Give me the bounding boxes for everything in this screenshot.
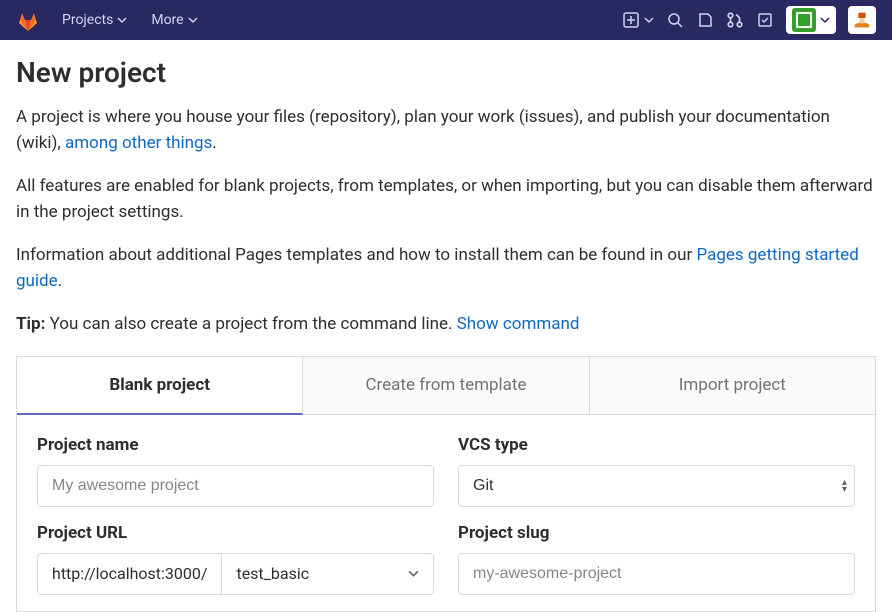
features-paragraph: All features are enabled for blank proje… xyxy=(16,174,876,225)
among-other-things-link[interactable]: among other things xyxy=(65,133,212,153)
tip-paragraph: Tip: You can also create a project from … xyxy=(16,312,876,338)
chevron-down-icon xyxy=(408,568,419,579)
top-navbar: Projects More xyxy=(0,0,892,40)
issues-icon[interactable] xyxy=(696,11,714,29)
navbar-right xyxy=(622,6,876,34)
project-name-label: Project name xyxy=(37,435,434,455)
chevron-down-icon xyxy=(188,15,198,25)
nav-projects[interactable]: Projects xyxy=(52,6,137,34)
tab-create-from-template[interactable]: Create from template xyxy=(303,357,589,415)
tip-label: Tip: xyxy=(16,314,45,334)
project-switcher[interactable] xyxy=(786,6,836,34)
project-slug-label: Project slug xyxy=(458,523,855,543)
nav-create-menu[interactable] xyxy=(622,11,654,29)
pages-text: Information about additional Pages templ… xyxy=(16,245,696,265)
merge-requests-icon[interactable] xyxy=(726,11,744,29)
page-title: New project xyxy=(16,56,876,89)
nav-projects-label: Projects xyxy=(62,12,113,28)
chevron-down-icon xyxy=(117,15,127,25)
project-type-tabs: Blank project Create from template Impor… xyxy=(16,356,876,415)
tab-import-project[interactable]: Import project xyxy=(590,357,875,415)
project-avatar-icon xyxy=(792,8,816,32)
search-icon[interactable] xyxy=(666,11,684,29)
namespace-value: test_basic xyxy=(236,564,309,583)
page-content: New project A project is where you house… xyxy=(0,40,892,612)
tab-blank-project[interactable]: Blank project xyxy=(17,357,303,415)
project-name-input[interactable] xyxy=(37,465,434,507)
nav-more[interactable]: More xyxy=(141,6,207,34)
blank-project-form: Project name VCS type Git ▴▾ Project URL… xyxy=(16,415,876,612)
chevron-down-icon xyxy=(644,15,654,25)
user-avatar-icon xyxy=(851,9,873,31)
project-url-label: Project URL xyxy=(37,523,434,543)
intro-period: . xyxy=(212,133,216,153)
tip-text: You can also create a project from the c… xyxy=(45,314,456,334)
intro-paragraph: A project is where you house your files … xyxy=(16,105,876,156)
chevron-down-icon xyxy=(820,15,830,25)
project-url-prefix: http://localhost:3000/ xyxy=(37,553,221,595)
plus-square-icon xyxy=(622,11,640,29)
pages-paragraph: Information about additional Pages templ… xyxy=(16,243,876,294)
vcs-type-label: VCS type xyxy=(458,435,855,455)
vcs-type-select[interactable]: Git xyxy=(458,465,855,507)
gitlab-logo-icon[interactable] xyxy=(16,8,40,32)
show-command-link[interactable]: Show command xyxy=(457,314,580,334)
nav-more-label: More xyxy=(151,12,183,28)
project-slug-input[interactable] xyxy=(458,553,855,595)
todos-icon[interactable] xyxy=(756,11,774,29)
navbar-left: Projects More xyxy=(16,6,208,34)
project-namespace-select[interactable]: test_basic xyxy=(221,553,434,595)
pages-period: . xyxy=(58,271,62,291)
user-menu[interactable] xyxy=(848,6,876,34)
